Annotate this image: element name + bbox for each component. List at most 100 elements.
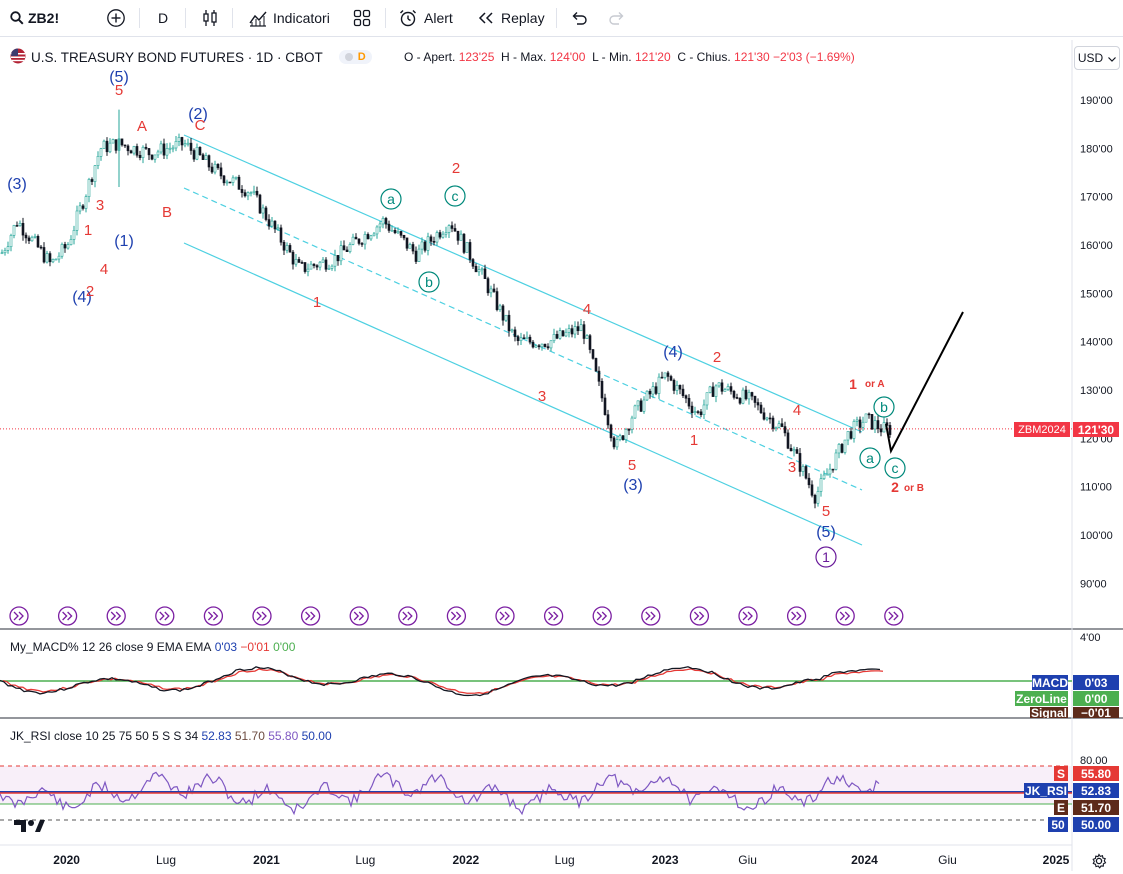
- wave-label: 5: [822, 503, 830, 520]
- channel-upper-line[interactable]: [183, 134, 863, 433]
- price-axis[interactable]: 190'00 180'00 170'00 160'00 150'00 140'00 130'…: [1080, 95, 1113, 590]
- candle-body: [165, 148, 169, 156]
- candle-body: [315, 265, 319, 268]
- time-axis[interactable]: 2020 Lug 2021 Lug 2022 Lug 2023 Giu 2024 Giu 2025: [53, 853, 1069, 867]
- rsi-legend[interactable]: JK_RSI close 10 25 75 50 5 S S 34 52.83 …: [10, 729, 332, 743]
- wave-label: (3): [623, 477, 643, 494]
- event-marker-icon[interactable]: [689, 606, 710, 626]
- event-marker-icon[interactable]: [884, 606, 904, 626]
- candle-body: [663, 372, 667, 378]
- event-marker-icon[interactable]: [446, 606, 467, 626]
- candle-body: [474, 265, 478, 273]
- candle-body: [276, 227, 280, 230]
- circled-wave-c: c: [444, 185, 466, 207]
- circled-wave-b: b: [873, 396, 895, 418]
- candle-body: [558, 330, 562, 339]
- candle-body: [639, 400, 643, 412]
- candle-body: [546, 346, 550, 349]
- candle-body: [873, 420, 877, 430]
- event-marker-icon[interactable]: [738, 606, 758, 626]
- candle-body: [195, 146, 199, 160]
- candle-body: [636, 400, 640, 407]
- candle-body: [486, 278, 490, 294]
- candle-body: [864, 413, 868, 423]
- candle-body: [393, 230, 397, 234]
- candle-body: [126, 145, 130, 152]
- event-marker-icon[interactable]: [543, 606, 564, 626]
- event-marker-icon[interactable]: [57, 606, 78, 626]
- candle-body: [153, 154, 157, 160]
- candle-body: [168, 147, 172, 150]
- circled-wave-a: a: [380, 188, 402, 210]
- candle-body: [336, 255, 340, 262]
- candle-body: [402, 235, 406, 239]
- projection-path[interactable]: [885, 311, 964, 455]
- candle-body: [609, 424, 613, 439]
- event-marker-icon[interactable]: [252, 606, 272, 626]
- candle-body: [186, 142, 190, 145]
- rsi-s-value-badge: 55.80: [1073, 766, 1119, 781]
- candle-body: [84, 196, 88, 209]
- candle-body: [480, 268, 484, 271]
- time-tick-label: 2025: [1043, 853, 1070, 867]
- candle-body: [378, 223, 382, 228]
- trend-channel[interactable]: [183, 134, 863, 546]
- event-marker-icon[interactable]: [155, 606, 175, 626]
- candle-body: [384, 218, 388, 225]
- candle-body: [369, 235, 373, 240]
- candle-body: [777, 423, 781, 428]
- candle-body: [858, 419, 862, 428]
- tradingview-logo: [14, 820, 45, 832]
- candle-body: [825, 473, 829, 476]
- candle-body: [285, 245, 289, 251]
- time-tick-label: 2023: [652, 853, 679, 867]
- macd-value-badge: 0'03: [1073, 675, 1119, 690]
- event-markers[interactable]: [9, 606, 904, 626]
- wave-label: 3: [538, 388, 546, 405]
- event-marker-icon[interactable]: [592, 606, 612, 626]
- candle-body: [120, 138, 124, 146]
- wave-label: or A: [865, 379, 885, 390]
- candle-body: [510, 329, 514, 332]
- rsi-50-name-badge: 50: [1048, 817, 1068, 832]
- macd-pane[interactable]: [0, 666, 1072, 697]
- event-marker-icon[interactable]: [300, 606, 321, 626]
- symbol-legend[interactable]: U.S. TREASURY BOND FUTURES · 1D · CBOT D: [10, 48, 372, 66]
- candle-body: [36, 236, 40, 248]
- candle-body: [417, 248, 421, 262]
- candle-body: [810, 484, 814, 496]
- candle-body: [672, 379, 676, 391]
- wave-label: 2: [891, 479, 899, 495]
- symbol-price-badge: ZBM2024: [1014, 422, 1070, 437]
- event-marker-icon[interactable]: [786, 606, 807, 626]
- event-marker-icon[interactable]: [9, 606, 29, 626]
- event-marker-icon[interactable]: [203, 606, 224, 626]
- event-marker-icon[interactable]: [835, 606, 855, 626]
- wave-label: 2: [452, 160, 460, 177]
- channel-lower-line[interactable]: [183, 242, 863, 546]
- event-marker-icon[interactable]: [106, 606, 126, 626]
- macd-legend[interactable]: My_MACD% 12 26 close 9 EMA EMA 0'03 −0'0…: [10, 640, 295, 654]
- time-tick-label: Lug: [555, 853, 575, 867]
- currency-select[interactable]: USD: [1074, 46, 1120, 70]
- candle-body: [705, 392, 709, 406]
- rsi-pane[interactable]: [0, 765, 1072, 821]
- candle-body: [267, 219, 271, 227]
- candle-body: [813, 494, 817, 504]
- candlestick-series[interactable]: [0, 109, 892, 509]
- event-marker-icon[interactable]: [495, 606, 515, 626]
- time-tick-label: Giu: [938, 853, 957, 867]
- candle-body: [717, 382, 721, 387]
- event-marker-icon[interactable]: [398, 606, 418, 626]
- candle-body: [261, 207, 265, 214]
- candle-body: [561, 330, 565, 337]
- wave-label: 2: [713, 349, 721, 366]
- candle-body: [114, 139, 118, 151]
- candle-body: [837, 444, 841, 454]
- candle-body: [501, 305, 505, 321]
- event-marker-icon[interactable]: [641, 606, 661, 626]
- price-tick-label: 190'00: [1080, 95, 1113, 107]
- candle-body: [432, 241, 436, 243]
- event-marker-icon[interactable]: [349, 606, 369, 626]
- svg-text:a: a: [387, 191, 395, 207]
